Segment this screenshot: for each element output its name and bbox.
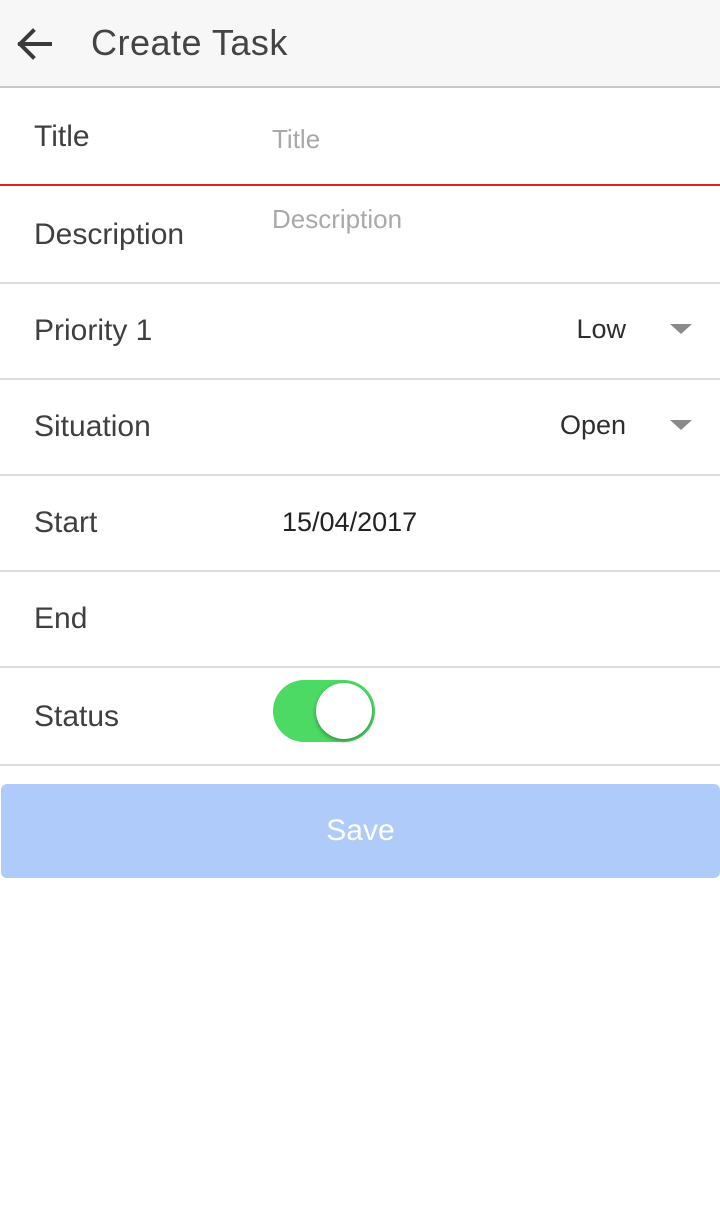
back-button[interactable] bbox=[8, 16, 60, 72]
page-title: Create Task bbox=[91, 22, 288, 63]
situation-label: Situation bbox=[34, 410, 151, 443]
priority-selected-value: Low bbox=[576, 313, 626, 344]
description-row: Description bbox=[0, 186, 720, 284]
toggle-knob bbox=[316, 683, 372, 739]
end-date-picker[interactable] bbox=[282, 599, 682, 639]
start-row: Start 15/04/2017 bbox=[0, 476, 720, 572]
description-input[interactable] bbox=[272, 199, 692, 239]
caret-down-icon bbox=[670, 324, 692, 334]
end-label: End bbox=[34, 602, 88, 635]
start-date-picker[interactable]: 15/04/2017 bbox=[282, 505, 417, 539]
status-toggle[interactable] bbox=[273, 680, 375, 742]
start-label: Start bbox=[34, 506, 98, 539]
title-row: Title bbox=[0, 88, 720, 186]
title-label: Title bbox=[34, 120, 90, 153]
priority-row: Priority 1 Low bbox=[0, 284, 720, 380]
app-bar: Create Task bbox=[0, 0, 720, 88]
description-label: Description bbox=[34, 218, 185, 251]
situation-row: Situation Open bbox=[0, 380, 720, 476]
caret-down-icon bbox=[670, 420, 692, 430]
priority-label: Priority 1 bbox=[34, 314, 153, 347]
arrow-left-icon bbox=[16, 28, 52, 60]
status-label: Status bbox=[34, 700, 120, 733]
create-task-screen: Create Task Title Description Priority 1… bbox=[0, 0, 720, 1226]
status-row: Status bbox=[0, 668, 720, 766]
end-row: End bbox=[0, 572, 720, 668]
situation-select[interactable]: Open bbox=[560, 405, 692, 445]
situation-selected-value: Open bbox=[559, 409, 626, 440]
save-button[interactable]: Save bbox=[1, 784, 720, 878]
priority-select[interactable]: Low bbox=[576, 309, 692, 349]
title-input[interactable] bbox=[272, 119, 692, 159]
